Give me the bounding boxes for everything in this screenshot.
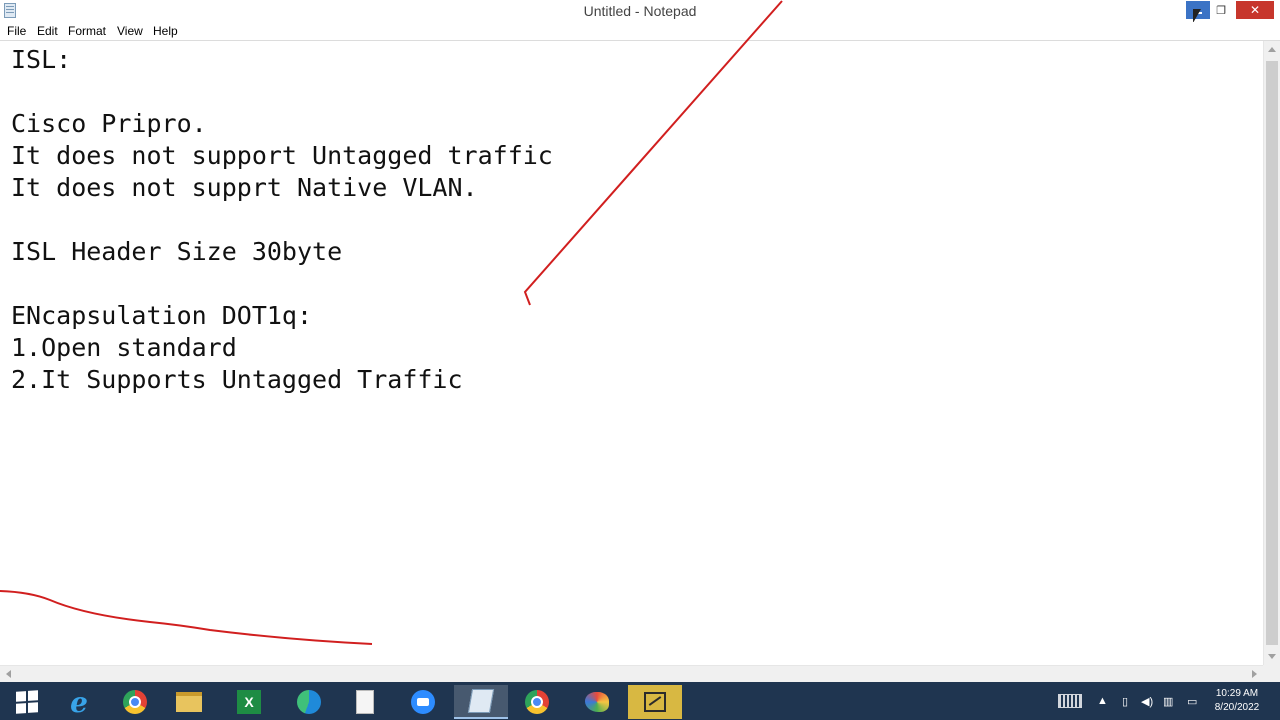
editor-line: ISL: bbox=[11, 45, 72, 74]
scroll-up-icon[interactable] bbox=[1268, 47, 1276, 52]
annotation-tool-icon[interactable] bbox=[628, 685, 682, 719]
windows-start-icon[interactable] bbox=[0, 685, 54, 719]
keyboard-icon[interactable] bbox=[1058, 682, 1084, 720]
volume-icon[interactable]: ◀) bbox=[1141, 682, 1153, 720]
menu-help[interactable]: Help bbox=[153, 24, 178, 38]
menu-bar: File Edit Format View Help bbox=[0, 22, 1280, 41]
menu-edit[interactable]: Edit bbox=[37, 24, 58, 38]
maximize-button[interactable]: ❐ bbox=[1211, 1, 1231, 19]
notification-icon[interactable]: ▭ bbox=[1187, 682, 1197, 720]
clock-date: 8/20/2022 bbox=[1214, 702, 1260, 713]
notepad-app-icon[interactable] bbox=[454, 685, 508, 719]
mouse-cursor-icon bbox=[1193, 9, 1201, 23]
excel-icon[interactable]: X bbox=[222, 685, 276, 719]
chrome-icon[interactable] bbox=[108, 685, 162, 719]
menu-view[interactable]: View bbox=[117, 24, 143, 38]
window-title: Untitled - Notepad bbox=[583, 3, 697, 19]
scroll-left-icon[interactable] bbox=[6, 670, 11, 678]
title-bar: Untitled - Notepad ❐ ✕ bbox=[0, 0, 1280, 23]
vertical-scrollbar[interactable] bbox=[1263, 41, 1280, 665]
scroll-right-icon[interactable] bbox=[1252, 670, 1257, 678]
edge-icon[interactable] bbox=[282, 685, 336, 719]
editor-line: It does not support Untagged traffic bbox=[11, 141, 553, 170]
close-button[interactable]: ✕ bbox=[1236, 1, 1274, 19]
network-icon[interactable]: ▥ bbox=[1163, 682, 1173, 720]
editor-line: It does not supprt Native VLAN. bbox=[11, 173, 478, 202]
horizontal-scrollbar[interactable] bbox=[0, 665, 1263, 683]
text-editor[interactable]: ISL: Cisco Pripro. It does not support U… bbox=[0, 41, 1263, 665]
internet-explorer-icon[interactable]: e bbox=[52, 685, 106, 719]
battery-icon[interactable]: ▯ bbox=[1122, 682, 1128, 720]
zoom-icon[interactable] bbox=[396, 685, 450, 719]
scrollbar-thumb[interactable] bbox=[1266, 61, 1278, 645]
editor-line: 1.Open standard bbox=[11, 333, 237, 362]
editor-line: Cisco Pripro. bbox=[11, 109, 207, 138]
tray-overflow-icon[interactable]: ▲ bbox=[1097, 682, 1108, 720]
editor-line: ENcapsulation DOT1q: bbox=[11, 301, 313, 330]
scroll-down-icon[interactable] bbox=[1268, 654, 1276, 659]
system-clock[interactable]: 10:29 AM 8/20/2022 bbox=[1207, 687, 1267, 715]
paint-icon[interactable] bbox=[570, 685, 624, 719]
chrome-profile-icon[interactable] bbox=[510, 685, 564, 719]
file-explorer-icon[interactable] bbox=[162, 685, 216, 719]
taskbar: e X ▲ ▯ ◀) ▥ ▭ 10:29 AM 8/20/2022 bbox=[0, 682, 1280, 720]
editor-line: 2.It Supports Untagged Traffic bbox=[11, 365, 463, 394]
scrollbar-corner bbox=[1263, 665, 1280, 682]
clock-time: 10:29 AM bbox=[1215, 688, 1259, 699]
menu-format[interactable]: Format bbox=[68, 24, 106, 38]
editor-line: ISL Header Size 30byte bbox=[11, 237, 343, 266]
menu-file[interactable]: File bbox=[7, 24, 26, 38]
notepad-file-icon[interactable] bbox=[338, 685, 392, 719]
